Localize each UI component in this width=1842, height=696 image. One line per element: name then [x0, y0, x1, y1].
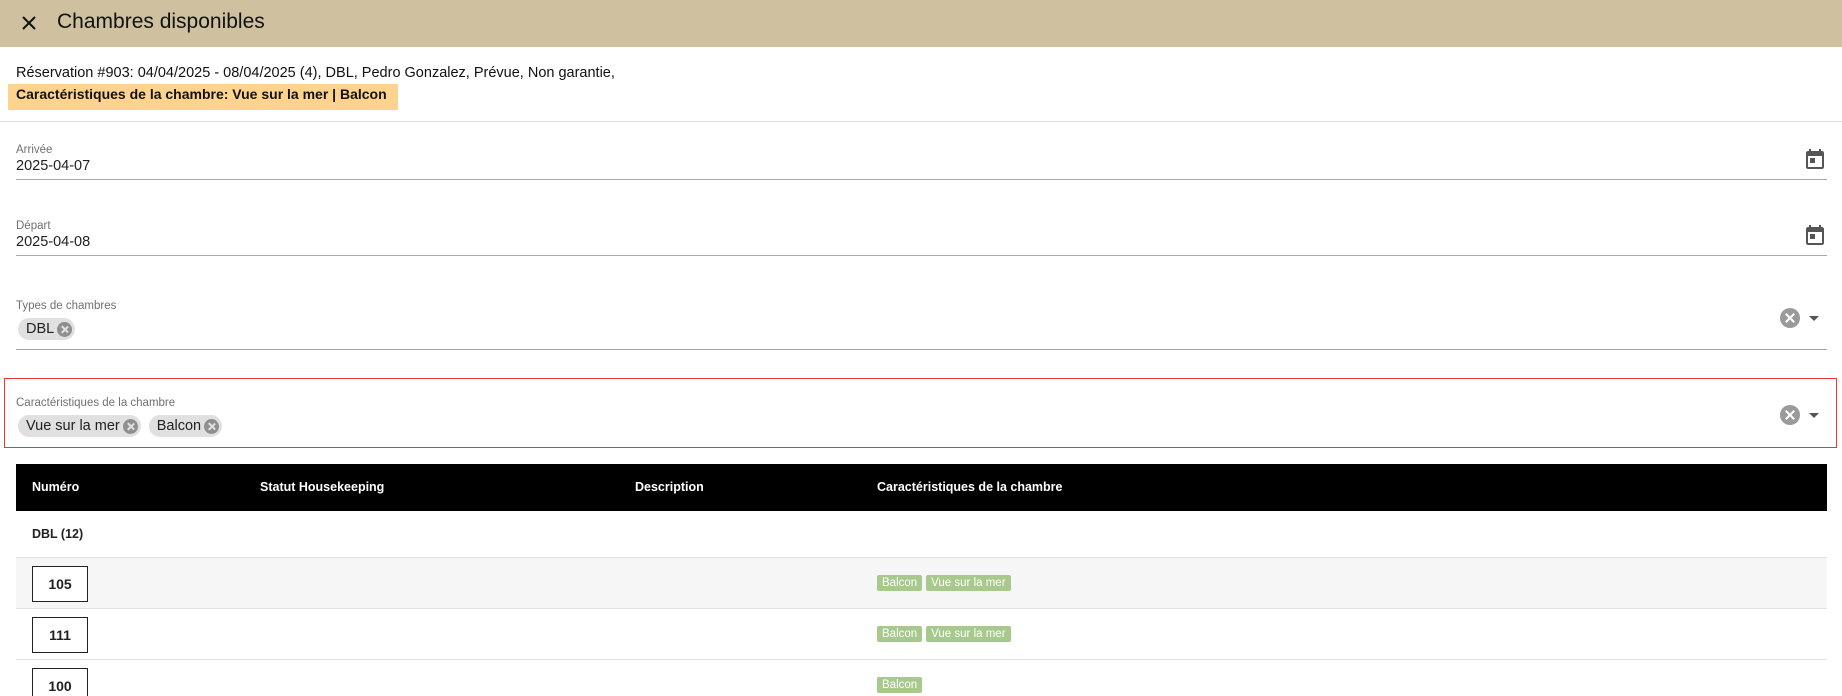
section-divider [0, 121, 1842, 122]
room-number-button[interactable]: 100 [32, 668, 88, 696]
clear-room-types-button[interactable] [1780, 308, 1800, 328]
features-tags: Balcon Vue sur la mer [877, 626, 1011, 642]
departure-value[interactable]: 2025-04-08 [16, 234, 90, 250]
column-header-housekeeping[interactable]: Statut Housekeeping [260, 464, 384, 511]
calendar-icon[interactable] [1803, 147, 1827, 171]
table-row[interactable]: 105 Balcon Vue sur la mer [16, 558, 1827, 609]
feature-tag: Balcon [877, 626, 923, 642]
room-types-chips: DBL [18, 318, 76, 340]
room-types-label: Types de chambres [16, 300, 117, 312]
arrival-value[interactable]: 2025-04-07 [16, 158, 90, 174]
available-rooms-table: Numéro Statut Housekeeping Description C… [16, 464, 1827, 696]
reservation-summary: Réservation #903: 04/04/2025 - 08/04/202… [16, 65, 615, 81]
table-header: Numéro Statut Housekeeping Description C… [16, 464, 1827, 511]
room-features-highlight [4, 378, 1837, 448]
room-number-button[interactable]: 111 [32, 617, 88, 653]
arrival-date-field[interactable]: Arrivée 2025-04-07 [16, 144, 1827, 180]
departure-label: Départ [16, 220, 51, 232]
chip-remove-icon[interactable] [57, 321, 73, 337]
feature-tag: Balcon [877, 677, 923, 693]
departure-date-field[interactable]: Départ 2025-04-08 [16, 220, 1827, 256]
table-row[interactable]: 100 Balcon [16, 660, 1827, 696]
close-icon [22, 16, 36, 30]
arrival-label: Arrivée [16, 144, 53, 156]
feature-tag: Vue sur la mer [926, 626, 1011, 642]
chip-label: DBL [26, 321, 55, 337]
group-label: DBL (12) [32, 527, 84, 541]
feature-tag: Vue sur la mer [926, 575, 1011, 591]
calendar-icon[interactable] [1803, 223, 1827, 247]
feature-tag: Balcon [877, 575, 923, 591]
column-header-features[interactable]: Caractéristiques de la chambre [877, 464, 1063, 511]
group-row[interactable]: DBL (12) [16, 511, 1827, 558]
table-row[interactable]: 111 Balcon Vue sur la mer [16, 609, 1827, 660]
features-tags: Balcon [877, 677, 923, 693]
column-header-numero[interactable]: Numéro [32, 464, 79, 511]
reservation-features-badge: Caractéristiques de la chambre: Vue sur … [8, 84, 398, 110]
column-header-description[interactable]: Description [635, 464, 704, 511]
close-button[interactable] [16, 8, 42, 38]
features-tags: Balcon Vue sur la mer [877, 575, 1011, 591]
room-types-select[interactable]: Types de chambres DBL [16, 298, 1827, 350]
dialog-header: Chambres disponibles [0, 0, 1842, 47]
dialog-title: Chambres disponibles [57, 10, 265, 33]
chip-dbl: DBL [18, 318, 76, 340]
room-number-button[interactable]: 105 [32, 566, 88, 602]
dropdown-arrow-icon[interactable] [1809, 316, 1819, 321]
